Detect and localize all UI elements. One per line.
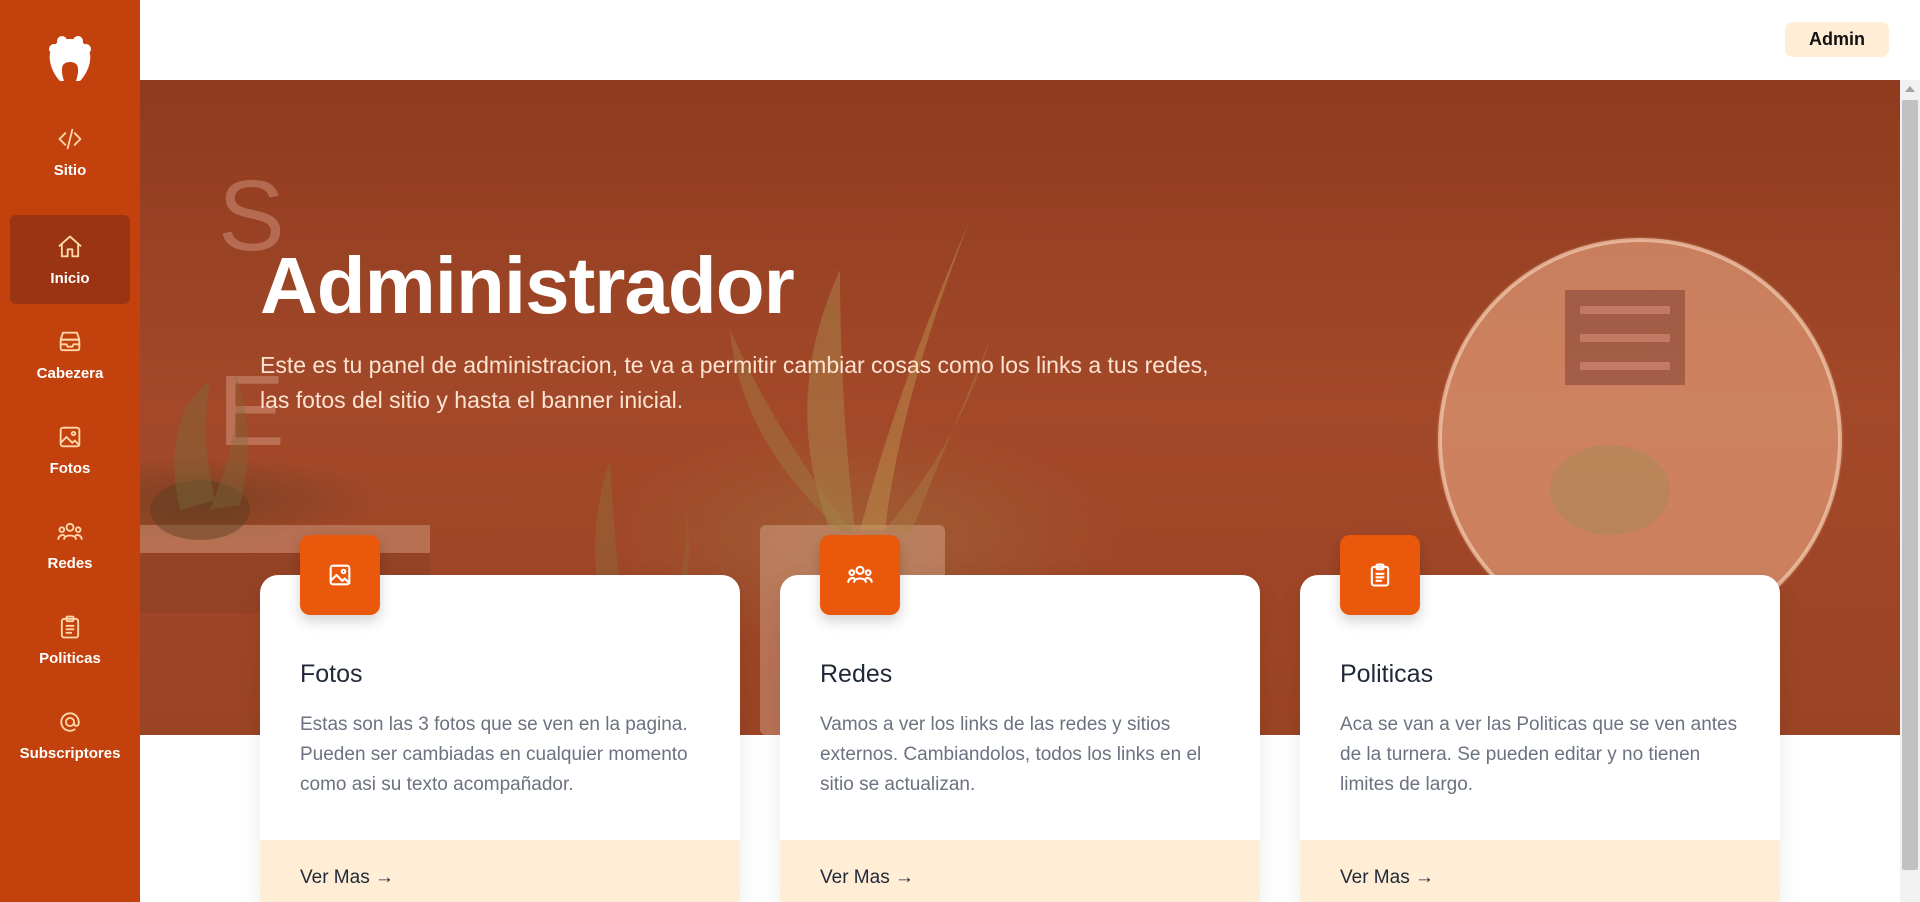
page-title: Administrador — [260, 241, 795, 330]
admin-user-button[interactable]: Admin — [1785, 22, 1889, 57]
sidebar-item-subscriptores[interactable]: Subscriptores — [10, 690, 130, 779]
sidebar-item-sitio[interactable]: Sitio — [10, 107, 130, 196]
sidebar-item-label: Subscriptores — [19, 745, 121, 762]
card-title: Redes — [820, 660, 893, 688]
card-redes: Redes Vamos a ver los links de las redes… — [780, 575, 1260, 902]
card-ver-mas-link[interactable]: Ver Mas → — [260, 840, 740, 902]
image-icon — [300, 535, 380, 615]
inbox-stack-icon — [55, 327, 85, 357]
logo-icon[interactable] — [42, 35, 98, 83]
users-icon — [820, 535, 900, 615]
sidebar-item-label: Politicas — [39, 650, 101, 667]
at-sign-icon — [55, 707, 85, 737]
home-icon — [55, 232, 85, 262]
sidebar-item-politicas[interactable]: Politicas — [10, 595, 130, 684]
card-fotos: Fotos Estas son las 3 fotos que se ven e… — [260, 575, 740, 902]
card-title: Fotos — [300, 660, 363, 688]
ver-mas-label: Ver Mas → — [300, 867, 394, 888]
sidebar-item-label: Redes — [47, 555, 93, 572]
code-icon — [55, 124, 85, 154]
scrollbar-thumb[interactable] — [1902, 100, 1918, 870]
sidebar-item-label: Sitio — [53, 162, 87, 179]
sidebar-item-inicio[interactable]: Inicio — [10, 215, 130, 304]
card-description: Vamos a ver los links de las redes y sit… — [820, 714, 1202, 795]
sidebar-item-cabezera[interactable]: Cabezera — [10, 310, 130, 399]
sidebar-item-label: Cabezera — [36, 365, 104, 382]
card-ver-mas-link[interactable]: Ver Mas → — [1300, 840, 1780, 902]
sidebar-item-label: Fotos — [49, 460, 91, 477]
card-description: Aca se van a ver las Politicas que se ve… — [1340, 714, 1738, 795]
clipboard-icon — [1340, 535, 1420, 615]
ver-mas-label: Ver Mas → — [1340, 867, 1434, 888]
sidebar-item-label: Inicio — [50, 270, 90, 287]
ver-mas-label: Ver Mas → — [820, 867, 914, 888]
sidebar-item-redes[interactable]: Redes — [10, 500, 130, 589]
card-ver-mas-link[interactable]: Ver Mas → — [780, 840, 1260, 902]
users-icon — [55, 517, 85, 547]
card-description: Estas son las 3 fotos que se ven en la p… — [300, 714, 688, 795]
page-subtitle: Este es tu panel de administracion, te v… — [260, 352, 1209, 413]
clipboard-icon — [55, 612, 85, 642]
card-politicas: Politicas Aca se van a ver las Politicas… — [1300, 575, 1780, 902]
sidebar-item-fotos[interactable]: Fotos — [10, 405, 130, 494]
top-bar: Admin — [140, 0, 1920, 80]
sidebar: Sitio Inicio Cabezera Fotos Redes Politi… — [0, 0, 140, 902]
image-icon — [55, 422, 85, 452]
card-title: Politicas — [1340, 660, 1434, 688]
scroll-up-arrow-icon[interactable] — [1905, 86, 1915, 92]
